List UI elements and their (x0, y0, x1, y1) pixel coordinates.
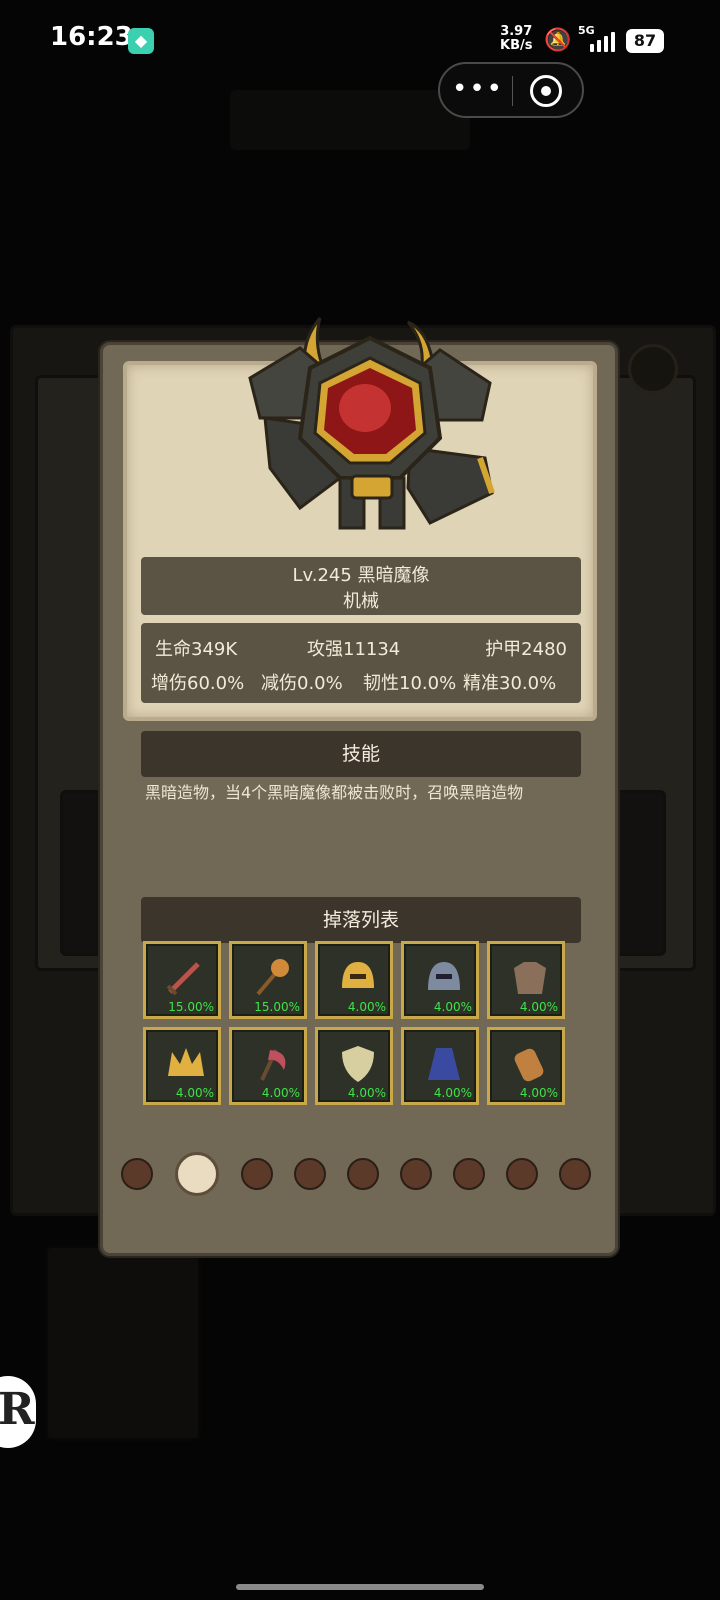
cloak-icon (428, 1048, 460, 1080)
page-dot-2[interactable] (175, 1152, 219, 1196)
drop-rate: 15.00% (168, 1000, 214, 1014)
drop-rate: 4.00% (261, 1086, 300, 1100)
stat-damage-down: 减伤0.0% (261, 673, 343, 694)
monster-type: 机械 (343, 591, 379, 612)
drop-slot-cloak-icon[interactable]: 4.00% (401, 1027, 479, 1105)
drop-rate: 4.00% (347, 1000, 386, 1014)
app-notification-icon: ◆ (128, 28, 154, 54)
armor-icon (514, 962, 546, 994)
page-dot-7[interactable] (453, 1158, 485, 1190)
drop-list-header: 掉落列表 (141, 897, 581, 943)
drop-slot-sword-icon[interactable]: 15.00% (143, 941, 221, 1019)
drop-slot-axe-icon[interactable]: 4.00% (229, 1027, 307, 1105)
stat-hp: 生命349K (155, 639, 238, 660)
drop-rate: 4.00% (519, 1000, 558, 1014)
background-button (628, 344, 678, 394)
stat-armor: 护甲2480 (485, 639, 567, 660)
drop-slot-bracer-icon[interactable]: 4.00% (487, 1027, 565, 1105)
mute-bell-icon: 🔕 (544, 28, 572, 53)
sword-icon (166, 962, 200, 996)
shield-icon (342, 1046, 374, 1082)
skill-header: 技能 (141, 731, 581, 777)
page-dot-5[interactable] (347, 1158, 379, 1190)
clock: 16:23 (50, 22, 133, 52)
page-dot-4[interactable] (294, 1158, 326, 1190)
monster-name: Lv.245 黑暗魔像 (292, 565, 430, 586)
drop-rate: 15.00% (254, 1000, 300, 1014)
stat-precision: 精准30.0% (463, 673, 557, 694)
floating-r-button[interactable]: R (0, 1376, 36, 1448)
bracer-icon (514, 1048, 544, 1082)
net-speed-unit: KB/s (500, 38, 533, 53)
more-dots-icon[interactable]: ••• (450, 72, 506, 108)
page-dot-8[interactable] (506, 1158, 538, 1190)
gold-helmet-icon (342, 962, 374, 988)
drop-slot-armor-icon[interactable]: 4.00% (487, 941, 565, 1019)
monster-name-bar: Lv.245 黑暗魔像 机械 (141, 557, 581, 615)
signal-bars-icon (590, 30, 620, 52)
monster-stats: 生命349K 攻强11134 护甲2480 增伤60.0% 减伤0.0% 韧性1… (141, 623, 581, 703)
drop-slot-dark-helmet-icon[interactable]: 4.00% (401, 941, 479, 1019)
mace-icon (256, 959, 289, 996)
drop-slot-crown-icon[interactable]: 4.00% (143, 1027, 221, 1105)
dark-helmet-icon (428, 962, 460, 990)
crown-icon (168, 1048, 204, 1076)
status-bar: 16:23 ◆ 3.97 KB/s 🔕 5G 87 (0, 0, 720, 82)
stat-toughness: 韧性10.0% (363, 673, 457, 694)
home-indicator[interactable] (236, 1584, 484, 1590)
axe-icon (260, 1049, 286, 1081)
drop-slot-mace-icon[interactable]: 15.00% (229, 941, 307, 1019)
page-dot-3[interactable] (241, 1158, 273, 1190)
miniprogram-capsule: ••• (438, 62, 584, 118)
stat-attack: 攻强11134 (307, 639, 401, 660)
drop-rate: 4.00% (433, 1086, 472, 1100)
drop-slot-gold-helmet-icon[interactable]: 4.00% (315, 941, 393, 1019)
drop-rate: 4.00% (519, 1086, 558, 1100)
dark-golem-icon (248, 317, 495, 530)
background-side-panel (45, 1245, 201, 1441)
page-dot-9[interactable] (559, 1158, 591, 1190)
background-element (230, 90, 470, 150)
skill-description: 黑暗造物，当4个黑暗魔像都被击败时，召唤黑暗造物 (145, 783, 524, 802)
page-dot-6[interactable] (400, 1158, 432, 1190)
network-speed: 3.97 KB/s (500, 25, 532, 53)
target-circle-icon[interactable] (530, 75, 562, 107)
stat-damage-up: 增伤60.0% (151, 673, 245, 694)
battery-icon: 87 (626, 29, 664, 53)
drop-slot-shield-icon[interactable]: 4.00% (315, 1027, 393, 1105)
capsule-divider (512, 76, 513, 106)
drop-rate: 4.00% (175, 1086, 214, 1100)
drop-rate: 4.00% (347, 1086, 386, 1100)
net-speed-value: 3.97 (500, 24, 533, 39)
page-dot-1[interactable] (121, 1158, 153, 1190)
drop-rate: 4.00% (433, 1000, 472, 1014)
